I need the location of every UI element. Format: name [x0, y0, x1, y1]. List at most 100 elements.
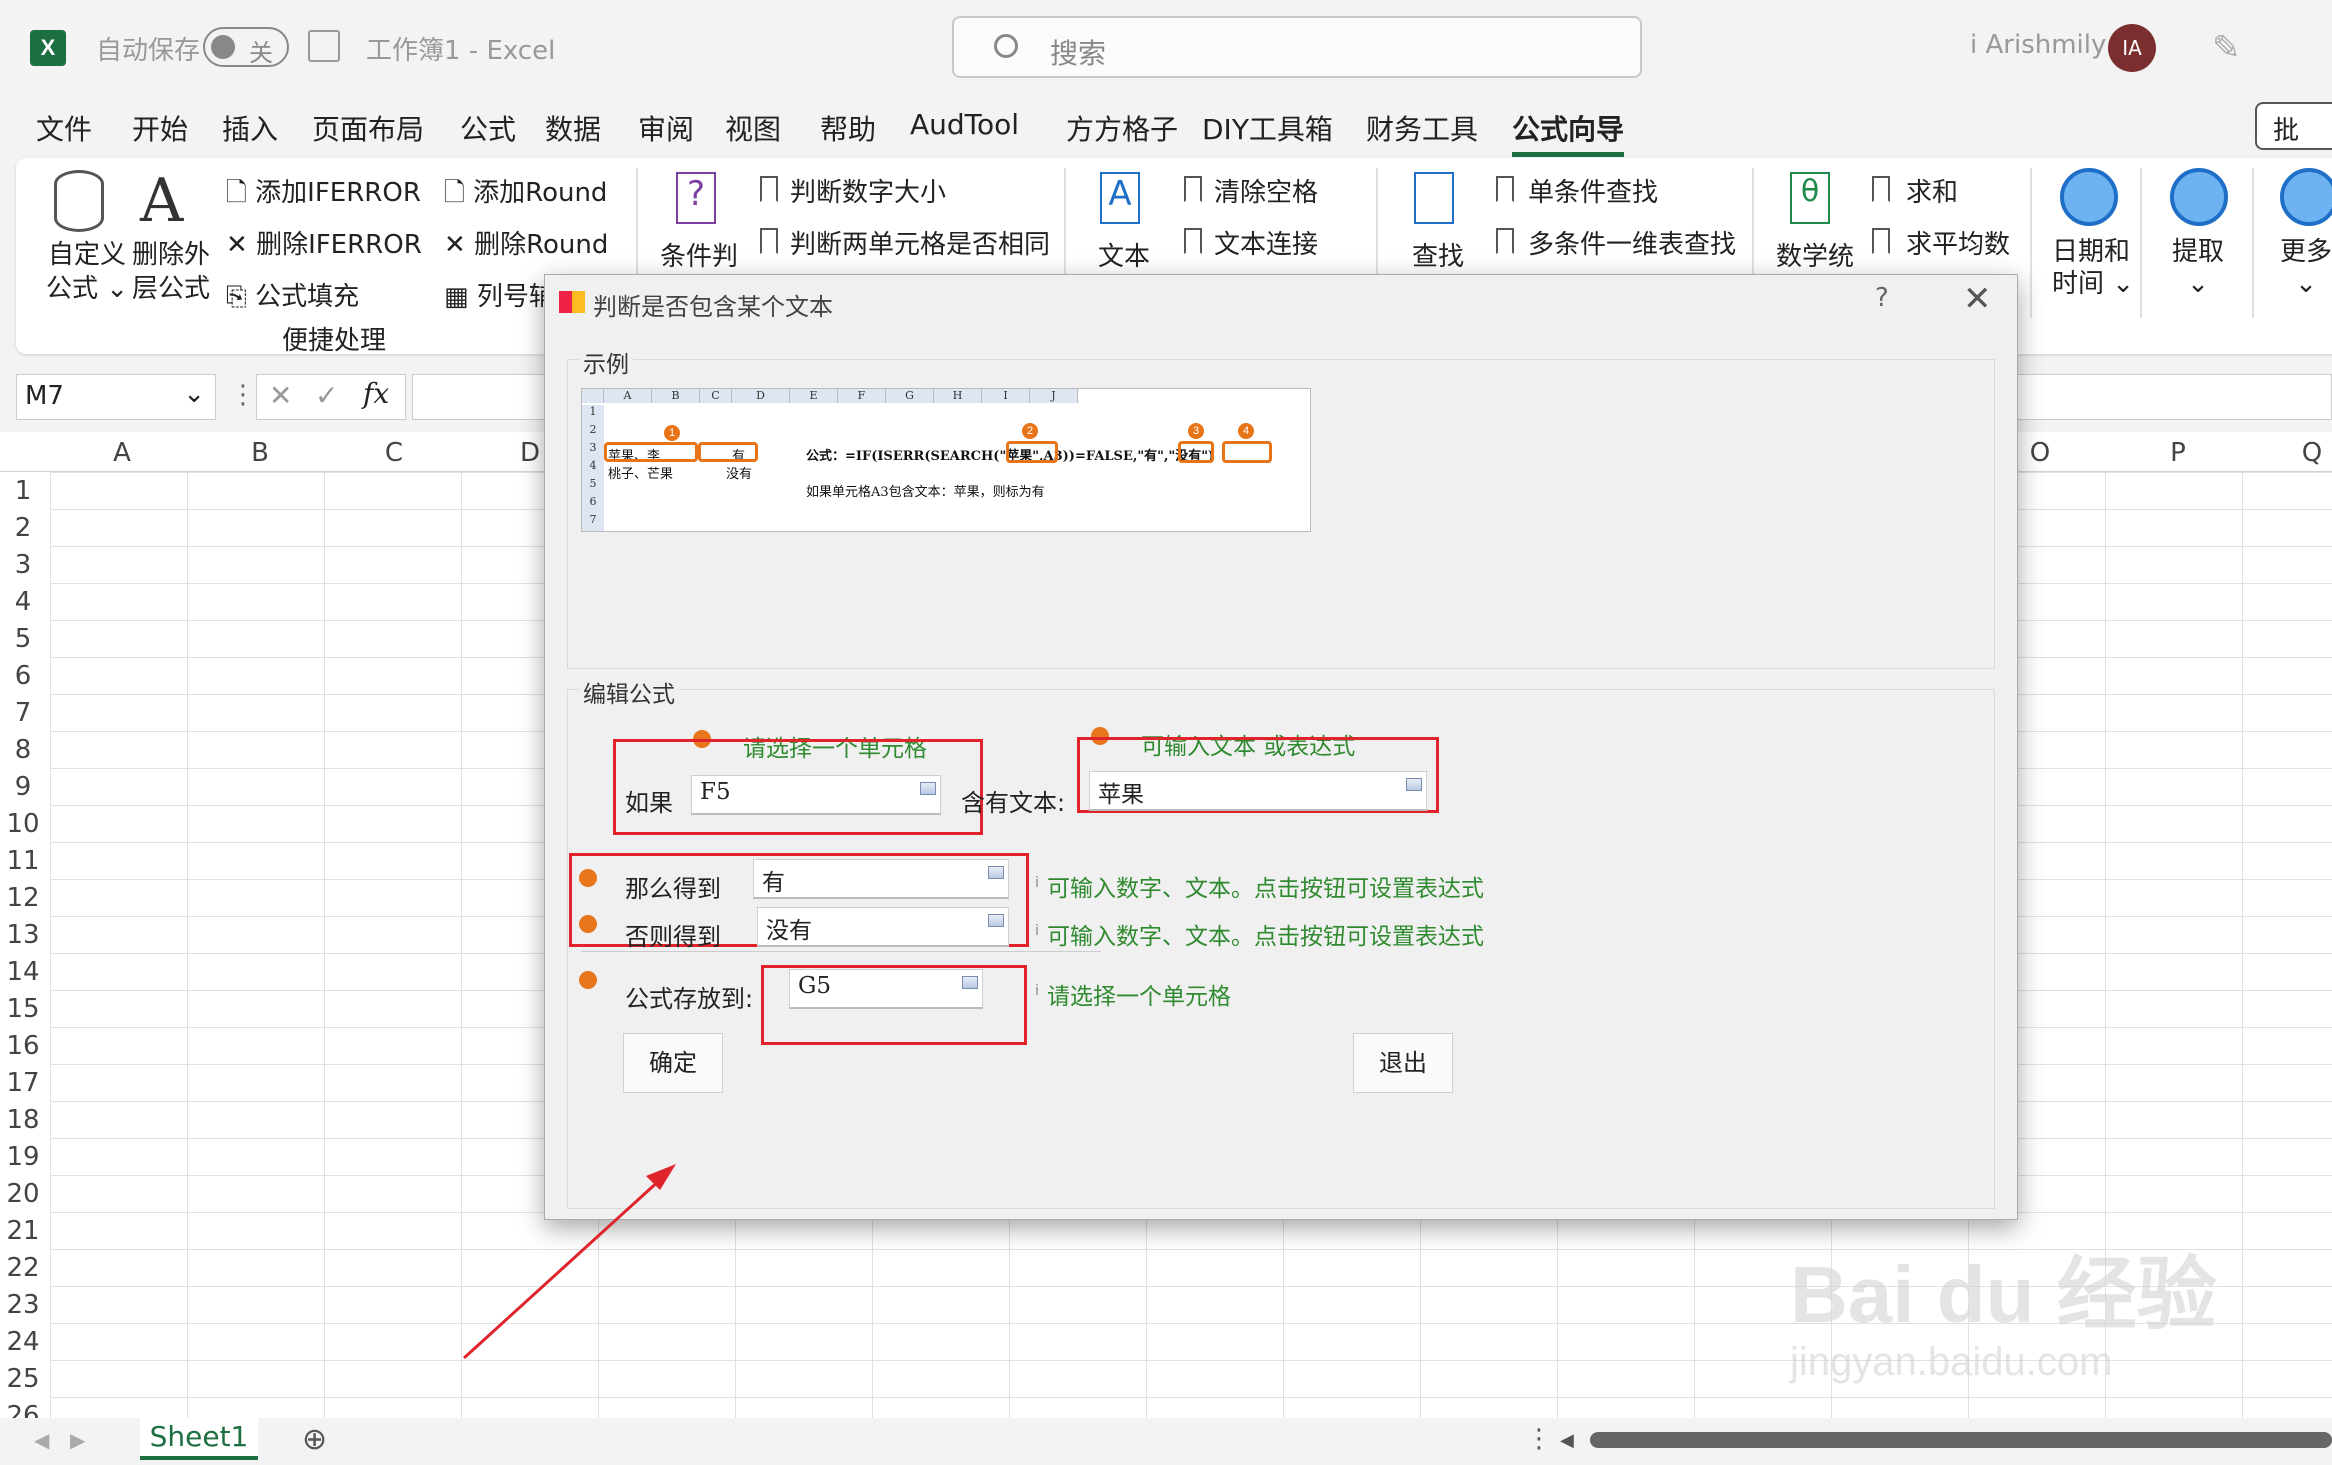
name-box[interactable]: M7 ⌄ — [16, 374, 216, 420]
delete-iferror-button[interactable]: ✕ 删除IFERROR — [226, 224, 422, 261]
math-button[interactable]: 数学统 — [1776, 236, 1854, 273]
if-cell-field[interactable]: F5 — [691, 775, 941, 815]
date-time-button[interactable]: 日期和 时间 ⌄ — [2052, 236, 2134, 300]
more-button[interactable]: 更多 ⌄ — [2280, 236, 2332, 300]
menu-tab[interactable]: 文件 — [36, 108, 92, 148]
scroll-options-icon[interactable]: ⋮ — [1526, 1424, 1552, 1454]
row-header[interactable]: 21 — [0, 1216, 46, 1246]
row-header[interactable]: 19 — [0, 1142, 46, 1172]
trim-button[interactable]: 清除空格 — [1214, 172, 1318, 209]
concat-button[interactable]: 文本连接 — [1214, 224, 1318, 261]
custom-formula-icon[interactable] — [54, 170, 104, 232]
row-header[interactable]: 13 — [0, 920, 46, 950]
column-header[interactable]: C — [354, 438, 434, 468]
column-number-button[interactable]: ▦ 列号辅 — [444, 276, 555, 313]
add-sheet-icon[interactable]: ⊕ — [302, 1422, 327, 1457]
column-header[interactable]: A — [82, 438, 162, 468]
pen-icon[interactable]: ✎ — [2212, 28, 2241, 68]
row-header[interactable]: 15 — [0, 994, 46, 1024]
row-header[interactable]: 1 — [0, 476, 46, 506]
more-options-icon[interactable]: ⋮ — [230, 380, 256, 410]
search-box[interactable]: 搜索 — [952, 16, 1642, 78]
row-header[interactable]: 24 — [0, 1327, 46, 1357]
menu-tab[interactable]: 财务工具 — [1366, 108, 1478, 148]
save-icon[interactable] — [308, 30, 340, 62]
select-range-icon[interactable] — [1406, 778, 1422, 791]
row-header[interactable]: 9 — [0, 772, 46, 802]
row-header[interactable]: 3 — [0, 550, 46, 580]
menu-tab[interactable]: 审阅 — [638, 108, 694, 148]
row-header[interactable]: 10 — [0, 809, 46, 839]
expression-icon[interactable] — [988, 914, 1004, 927]
select-range-icon[interactable] — [920, 782, 936, 795]
row-header[interactable]: 5 — [0, 624, 46, 654]
text-button[interactable]: 文本 — [1098, 236, 1150, 273]
menu-tab[interactable]: 开始 — [132, 108, 188, 148]
menu-tab[interactable]: DIY工具箱 — [1202, 108, 1333, 148]
else-value-field[interactable]: 没有 — [757, 907, 1009, 947]
menu-tab[interactable]: 数据 — [545, 108, 601, 148]
row-header[interactable]: 14 — [0, 957, 46, 987]
compare-number-button[interactable]: 判断数字大小 — [790, 172, 946, 209]
row-header[interactable]: 12 — [0, 883, 46, 913]
menu-tab[interactable]: 公式向导 — [1512, 108, 1625, 157]
avatar[interactable]: IA — [2108, 24, 2156, 72]
comment-button[interactable]: 批 — [2255, 102, 2332, 150]
compare-cells-button[interactable]: 判断两单元格是否相同 — [790, 224, 1050, 261]
sum-button[interactable]: 求和 — [1906, 172, 1958, 209]
delete-round-button[interactable]: ✕ 删除Round — [444, 224, 608, 261]
add-iferror-button[interactable]: 🗋 添加IFERROR — [226, 172, 421, 218]
multi-lookup-button[interactable]: 多条件一维表查找 — [1528, 224, 1736, 261]
select-range-icon[interactable] — [962, 976, 978, 989]
store-cell-field[interactable]: G5 — [789, 969, 983, 1009]
row-header[interactable]: 22 — [0, 1253, 46, 1283]
expression-icon[interactable] — [988, 866, 1004, 879]
custom-formula-button[interactable]: 自定义 公式 ⌄ — [46, 238, 128, 306]
row-header[interactable]: 2 — [0, 513, 46, 543]
menu-tab[interactable]: 方方格子 — [1066, 108, 1178, 148]
exit-button[interactable]: 退出 — [1353, 1033, 1453, 1093]
add-round-button[interactable]: 🗋 添加Round — [444, 172, 607, 218]
find-button[interactable]: 查找 — [1412, 236, 1464, 273]
menu-tab[interactable]: 公式 — [460, 108, 516, 148]
row-header[interactable]: 8 — [0, 735, 46, 765]
row-header[interactable]: 17 — [0, 1068, 46, 1098]
extract-button[interactable]: 提取 ⌄ — [2172, 236, 2224, 300]
single-lookup-button[interactable]: 单条件查找 — [1528, 172, 1658, 209]
row-header[interactable]: 11 — [0, 846, 46, 876]
insert-function-icon[interactable]: fx — [363, 377, 389, 410]
row-header[interactable]: 4 — [0, 587, 46, 617]
ok-button[interactable]: 确定 — [623, 1033, 723, 1093]
cancel-icon[interactable]: ✕ — [269, 379, 292, 412]
contains-text-field[interactable]: 苹果 — [1089, 771, 1427, 811]
column-header[interactable]: Q — [2272, 438, 2332, 468]
condition-button[interactable]: 条件判 — [660, 236, 738, 273]
average-button[interactable]: 求平均数 — [1906, 224, 2010, 261]
sheet-tab[interactable]: Sheet1 — [140, 1418, 258, 1460]
menu-tab[interactable]: 视图 — [725, 108, 781, 148]
scroll-left-icon[interactable]: ◀ — [1560, 1430, 1574, 1451]
column-header[interactable]: P — [2138, 438, 2218, 468]
autosave-toggle[interactable]: 关 — [203, 27, 289, 67]
menu-tab[interactable]: 插入 — [222, 108, 278, 148]
enter-icon[interactable]: ✓ — [315, 379, 338, 412]
remove-outer-button[interactable]: 删除外 层公式 — [132, 238, 210, 306]
column-header[interactable]: B — [220, 438, 300, 468]
help-button[interactable]: ? — [1875, 283, 1889, 313]
horizontal-scrollbar[interactable] — [1590, 1432, 2332, 1448]
row-header[interactable]: 6 — [0, 661, 46, 691]
prev-sheet-icon[interactable]: ◀ — [34, 1428, 49, 1452]
row-header[interactable]: 20 — [0, 1179, 46, 1209]
close-button[interactable]: ✕ — [1963, 279, 1992, 319]
row-header[interactable]: 23 — [0, 1290, 46, 1320]
menu-tab[interactable]: 帮助 — [820, 108, 876, 148]
then-value-field[interactable]: 有 — [753, 859, 1009, 899]
row-header[interactable]: 16 — [0, 1031, 46, 1061]
menu-tab[interactable]: 页面布局 — [312, 108, 424, 148]
next-sheet-icon[interactable]: ▶ — [70, 1428, 85, 1452]
row-header[interactable]: 18 — [0, 1105, 46, 1135]
row-header[interactable]: 25 — [0, 1364, 46, 1394]
formula-fill-button[interactable]: ⎘ 公式填充 — [226, 276, 359, 313]
row-header[interactable]: 7 — [0, 698, 46, 728]
menu-tab[interactable]: AudTool — [910, 108, 1019, 141]
